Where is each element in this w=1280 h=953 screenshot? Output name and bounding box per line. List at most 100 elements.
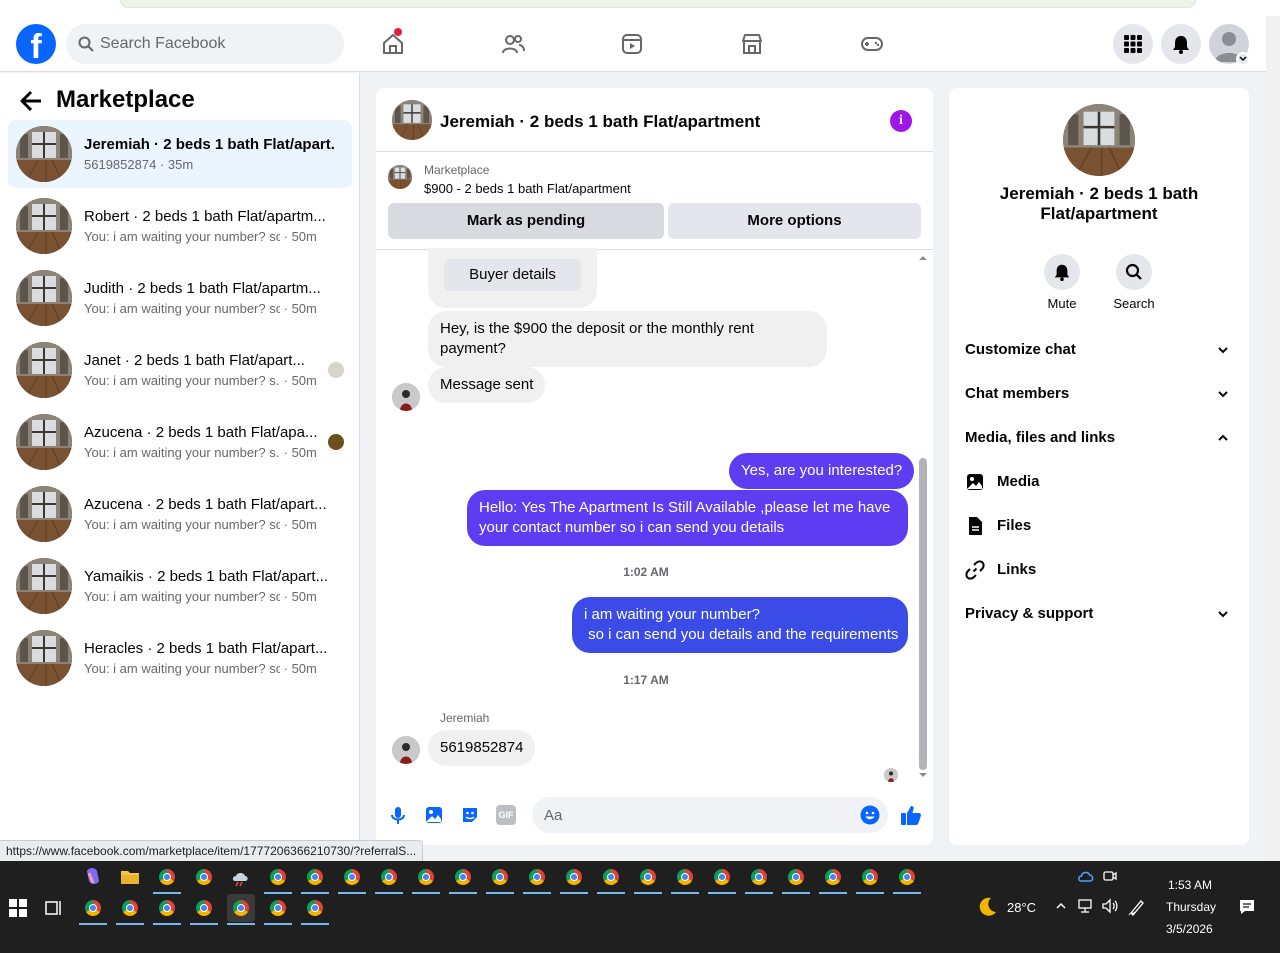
conversation-item[interactable]: Azucena · 2 beds 1 bath Flat/apa... You: … <box>8 408 352 476</box>
chrome-taskbar-icon[interactable] <box>856 863 884 894</box>
chrome-taskbar-icon[interactable] <box>782 863 810 894</box>
file-explorer-taskbar-icon[interactable] <box>116 863 144 891</box>
chrome-taskbar-icon[interactable] <box>153 863 181 894</box>
chat-title[interactable]: Jeremiah · 2 beds 1 bath Flat/apartment <box>440 112 760 132</box>
chat-scrollbar[interactable] <box>917 256 929 783</box>
listing-thumbnail[interactable] <box>388 165 412 189</box>
chrome-taskbar-icon[interactable] <box>708 863 736 894</box>
account-chevron-down-icon[interactable] <box>1236 52 1250 66</box>
pen-icon[interactable] <box>1128 898 1146 916</box>
search-box[interactable] <box>66 24 344 64</box>
scroll-up-icon[interactable] <box>917 254 929 262</box>
moon-weather-icon[interactable] <box>975 895 999 919</box>
chrome-taskbar-icon[interactable] <box>671 863 699 894</box>
windows-start-icon[interactable] <box>9 899 27 917</box>
chrome-taskbar-icon[interactable] <box>819 863 847 894</box>
chrome-taskbar-icon[interactable] <box>227 894 255 925</box>
chrome-taskbar-icon[interactable] <box>634 863 662 894</box>
buyer-details-button[interactable]: Buyer details <box>444 259 581 291</box>
show-hidden-icons-chevron-up-icon[interactable] <box>1055 900 1067 912</box>
chrome-taskbar-icon[interactable] <box>412 863 440 894</box>
conversation-item[interactable]: Jeremiah · 2 beds 1 bath Flat/apart... 56… <box>8 120 352 188</box>
task-view-icon[interactable] <box>45 899 63 917</box>
scroll-down-icon[interactable] <box>917 771 929 779</box>
chrome-taskbar-icon[interactable] <box>153 894 181 925</box>
volume-icon[interactable] <box>1101 898 1119 914</box>
facebook-logo-icon[interactable]: f <box>16 24 56 64</box>
media-files-links-row[interactable]: Media, files and links <box>965 418 1233 458</box>
sender-avatar[interactable] <box>392 736 420 764</box>
more-options-button[interactable]: More options <box>668 203 921 239</box>
notifications-button[interactable] <box>1161 24 1201 64</box>
conversation-item[interactable]: Yamaikis · 2 beds 1 bath Flat/apart... Yo… <box>8 552 352 620</box>
video-tab[interactable] <box>612 24 652 64</box>
mute-action[interactable]: Mute <box>1032 254 1092 311</box>
onedrive-cloud-icon[interactable] <box>1077 869 1095 883</box>
chrome-taskbar-icon[interactable] <box>523 863 551 894</box>
files-item[interactable]: Files <box>965 506 1233 546</box>
conversation-item[interactable]: Janet · 2 beds 1 bath Flat/apart... You: … <box>8 336 352 404</box>
microphone-icon[interactable] <box>388 805 408 825</box>
search-input[interactable] <box>100 24 330 64</box>
sticker-icon[interactable] <box>460 805 480 825</box>
like-icon[interactable] <box>900 804 922 826</box>
chrome-taskbar-icon[interactable] <box>893 863 921 894</box>
chrome-icon <box>233 900 249 916</box>
chrome-taskbar-icon[interactable] <box>264 894 292 925</box>
privacy-support-row[interactable]: Privacy & support <box>965 594 1233 634</box>
chrome-taskbar-icon[interactable] <box>338 863 366 894</box>
clock-day[interactable]: Thursday <box>1166 900 1216 914</box>
running-indicator <box>560 892 588 894</box>
chrome-taskbar-icon[interactable] <box>745 863 773 894</box>
copilot-taskbar-icon[interactable] <box>79 863 107 891</box>
message-input[interactable] <box>544 797 844 833</box>
conversation-item[interactable]: Robert · 2 beds 1 bath Flat/apartm... You… <box>8 192 352 260</box>
mark-as-pending-button[interactable]: Mark as pending <box>388 203 664 239</box>
info-icon[interactable]: i <box>890 110 912 132</box>
notification-center-icon[interactable] <box>1238 898 1256 916</box>
weather-temperature[interactable]: 28°C <box>1007 900 1036 915</box>
clock-time[interactable]: 1:53 AM <box>1168 878 1212 892</box>
search-action[interactable]: Search <box>1104 254 1164 311</box>
network-icon[interactable] <box>1077 898 1095 914</box>
chrome-taskbar-icon[interactable] <box>486 863 514 894</box>
sender-avatar[interactable] <box>392 383 420 411</box>
customize-chat-row[interactable]: Customize chat <box>965 330 1233 370</box>
chrome-taskbar-icon[interactable] <box>190 863 218 891</box>
chrome-taskbar-icon[interactable] <box>190 894 218 925</box>
clock-date[interactable]: 3/5/2026 <box>1166 922 1213 936</box>
chat-avatar[interactable] <box>392 100 432 140</box>
gif-icon[interactable]: GIF <box>496 805 516 825</box>
listing-avatar[interactable] <box>1063 104 1135 176</box>
chrome-taskbar-icon[interactable] <box>375 863 403 894</box>
meet-now-icon[interactable] <box>1102 868 1118 884</box>
listing-description[interactable]: $900 - 2 beds 1 bath Flat/apartment <box>424 181 631 196</box>
friends-tab[interactable] <box>493 24 533 64</box>
conversation-item[interactable]: Azucena · 2 beds 1 bath Flat/apart... You… <box>8 480 352 548</box>
chrome-taskbar-icon[interactable] <box>301 894 329 925</box>
page-scrollbar[interactable] <box>1266 16 1280 861</box>
conversation-item[interactable]: Heracles · 2 beds 1 bath Flat/apart... Yo… <box>8 624 352 692</box>
gaming-tab[interactable] <box>852 24 892 64</box>
weather-taskbar-icon[interactable] <box>227 863 255 891</box>
message-input-box[interactable] <box>532 797 888 833</box>
chat-members-row[interactable]: Chat members <box>965 374 1233 414</box>
back-arrow-icon[interactable] <box>18 87 46 115</box>
conversation-item[interactable]: Judith · 2 beds 1 bath Flat/apartm... You… <box>8 264 352 332</box>
bell-icon <box>1173 36 1189 54</box>
chrome-taskbar-icon[interactable] <box>560 863 588 894</box>
chrome-taskbar-icon[interactable] <box>116 894 144 925</box>
emoji-icon[interactable] <box>860 805 880 825</box>
home-tab[interactable] <box>373 24 413 64</box>
chrome-taskbar-icon[interactable] <box>301 863 329 894</box>
media-item[interactable]: Media <box>965 462 1233 502</box>
chrome-taskbar-icon[interactable] <box>449 863 477 894</box>
chrome-taskbar-icon[interactable] <box>264 863 292 894</box>
photo-icon[interactable] <box>424 805 444 825</box>
chrome-taskbar-icon[interactable] <box>79 894 107 925</box>
menu-button[interactable] <box>1113 24 1153 64</box>
links-item[interactable]: Links <box>965 550 1233 590</box>
chrome-taskbar-icon[interactable] <box>597 863 625 894</box>
marketplace-tab[interactable] <box>732 24 772 64</box>
chat-scrollbar-thumb[interactable] <box>919 458 927 770</box>
